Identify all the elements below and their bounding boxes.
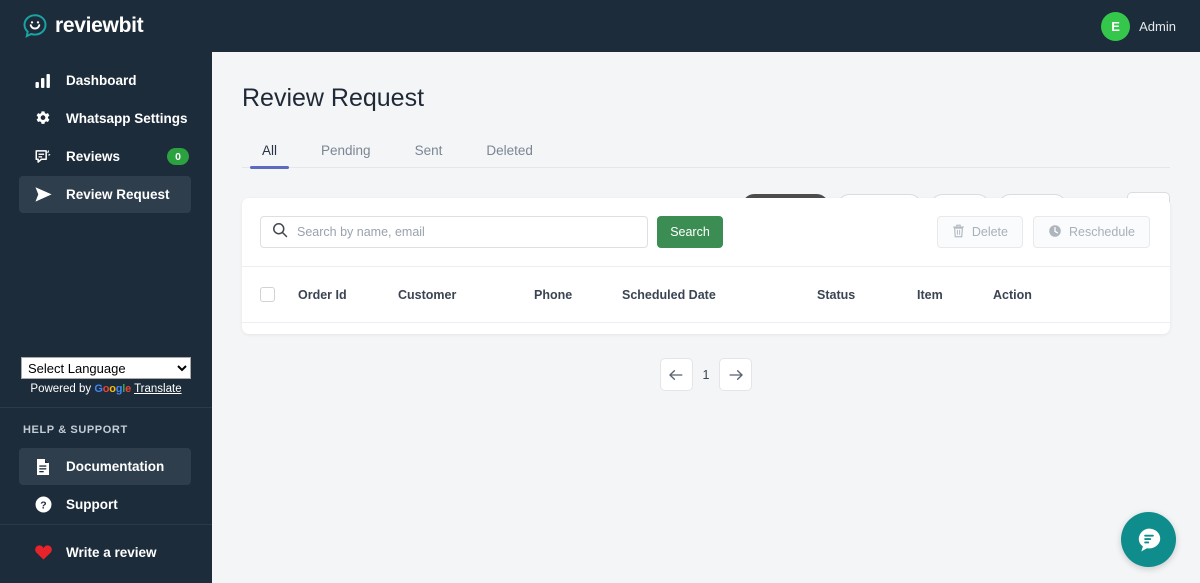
chat-bubble-smile-icon [23,14,47,38]
app-root: reviewbit Dashboard Whatsapp Settings Re… [0,0,1200,583]
powered-by-label: Powered by [30,383,92,395]
arrow-right-icon [729,369,743,380]
sidebar-item-review-request[interactable]: Review Request [19,176,191,213]
column-header-order-id: Order Id [298,287,347,302]
sidebar-item-label: Documentation [66,459,165,474]
sidebar-item-label: Dashboard [66,73,137,88]
sidebar-nav: Dashboard Whatsapp Settings Reviews 0 Re… [0,52,212,213]
translate-link[interactable]: Translate [134,383,182,395]
topbar: E Admin [212,0,1200,52]
column-header-customer: Customer [398,287,457,302]
brand-logo[interactable]: reviewbit [0,0,212,52]
trash-icon [952,224,965,241]
search-input[interactable] [297,225,647,239]
delete-button-label: Delete [971,225,1008,239]
pagination: 1 [212,358,1200,391]
help-support-heading: HELP & SUPPORT [23,424,128,436]
table-body-empty [242,323,1170,334]
sidebar-bottom-divider [0,524,212,525]
page-title: Review Request [242,84,425,112]
tab-pending[interactable]: Pending [321,143,371,167]
sidebar-item-label: Write a review [66,545,157,560]
sidebar-item-reviews[interactable]: Reviews 0 [19,138,191,175]
column-header-scheduled-date: Scheduled Date [622,287,716,302]
user-name: Admin [1139,18,1176,34]
pagination-next-button[interactable] [719,358,753,391]
tab-all[interactable]: All [249,143,290,169]
pagination-prev-button[interactable] [659,358,693,391]
sidebar-item-support[interactable]: ? Support [19,486,191,523]
reschedule-button-label: Reschedule [1068,225,1135,239]
bar-chart-icon [32,70,54,92]
column-header-action: Action [993,287,1032,302]
arrow-left-icon [669,369,683,380]
column-header-item: Item [917,287,943,302]
review-list-icon [32,146,54,168]
document-icon [32,456,54,478]
column-header-status: Status [817,287,856,302]
chat-widget-button[interactable] [1121,512,1176,567]
write-review-section: Write a review [0,534,212,571]
reschedule-button[interactable]: Reschedule [1032,216,1150,248]
brand-name: reviewbit [55,14,144,37]
heart-icon [32,542,54,564]
review-request-card: Search Delete [242,198,1170,334]
powered-by-google-translate: Powered by Google Translate [21,383,191,395]
search-icon [272,222,288,243]
tab-sent[interactable]: Sent [415,143,443,167]
question-circle-icon: ? [32,494,54,516]
chat-bubble-lines-icon [1138,528,1160,551]
sidebar-item-documentation[interactable]: Documentation [19,448,191,485]
sidebar-item-label: Reviews [66,149,121,164]
select-all-checkbox[interactable] [260,287,275,302]
sidebar-item-label: Review Request [66,187,170,202]
main-content: Review Request All Pending Sent Deleted … [212,52,1200,583]
reviews-count-badge: 0 [167,148,189,165]
pagination-current-page: 1 [702,367,710,382]
column-header-phone: Phone [534,287,573,302]
sidebar: reviewbit Dashboard Whatsapp Settings Re… [0,0,212,583]
search-button[interactable]: Search [657,216,723,248]
sidebar-item-write-a-review[interactable]: Write a review [19,534,191,571]
tab-deleted[interactable]: Deleted [486,143,533,167]
search-box[interactable] [260,216,648,248]
delete-button[interactable]: Delete [936,216,1023,248]
search-area: Search [260,216,723,248]
language-select[interactable]: Select Language [21,357,191,379]
gear-icon [32,108,54,130]
send-plane-icon [32,184,54,206]
avatar[interactable]: E [1101,11,1131,41]
sidebar-item-dashboard[interactable]: Dashboard [19,62,191,99]
help-nav: Documentation ? Support [0,448,212,523]
card-toolbar: Search Delete [242,198,1170,267]
sidebar-item-label: Support [66,497,118,512]
table-header-row: Order Id Customer Phone Scheduled Date S… [242,267,1170,323]
google-logo: Google [94,383,132,395]
sidebar-divider [0,407,212,408]
google-translate-widget: Select Language Powered by Google Transl… [21,357,191,395]
svg-text:?: ? [40,501,46,512]
tabs: All Pending Sent Deleted [242,135,1170,169]
clock-icon [1048,224,1062,241]
sidebar-item-whatsapp-settings[interactable]: Whatsapp Settings [19,100,191,137]
sidebar-item-label: Whatsapp Settings [66,111,188,126]
bulk-actions: Delete Reschedule [936,216,1150,248]
